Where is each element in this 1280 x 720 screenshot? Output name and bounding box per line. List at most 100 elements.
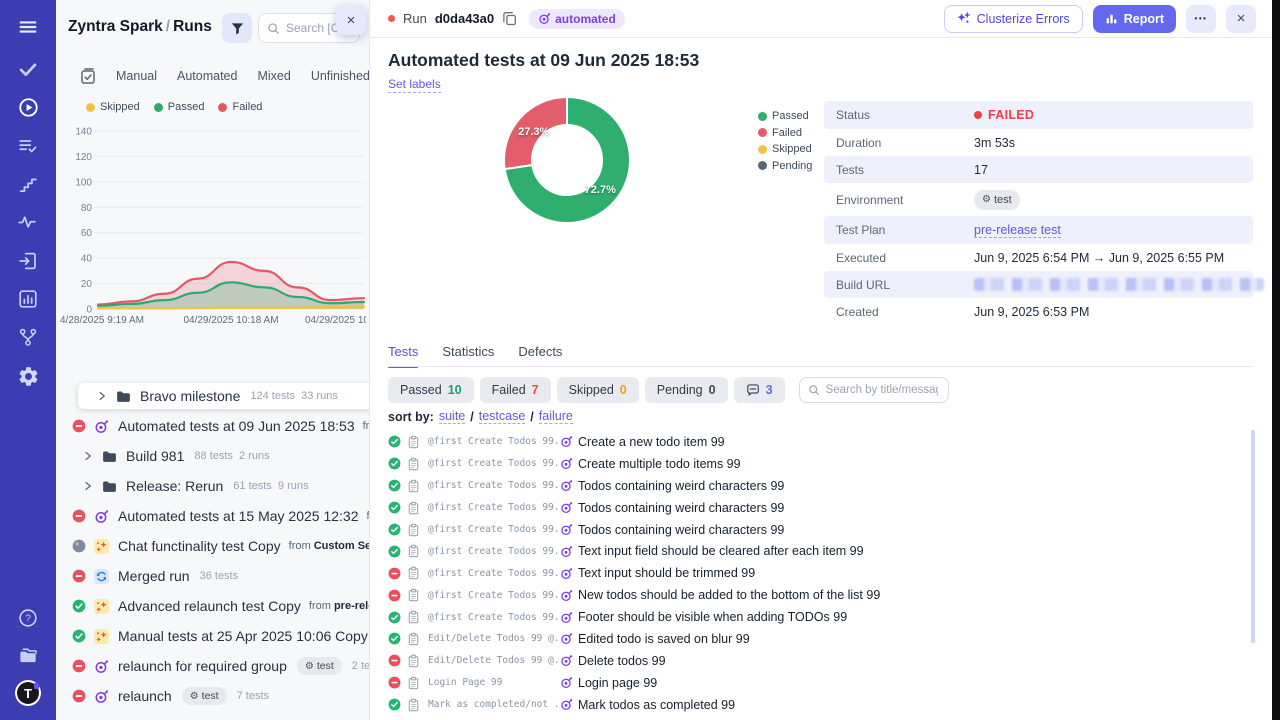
test-plan-link[interactable]: pre-release test: [974, 223, 1061, 238]
copy-run-id-icon[interactable]: [502, 11, 517, 26]
runs-type-tab[interactable]: Automated: [177, 69, 237, 83]
automated-badge-label: automated: [555, 12, 616, 26]
test-row[interactable]: @first Create Todos 99... New todos shou…: [370, 584, 1254, 606]
menu-button[interactable]: [16, 15, 40, 39]
detail-text: 17: [974, 163, 988, 177]
automated-icon: [560, 523, 573, 536]
test-row[interactable]: @first Create Todos 99... Todos containi…: [370, 475, 1254, 497]
test-row[interactable]: @first Create Todos 99... Create a new t…: [370, 431, 1254, 453]
test-suite: @first Create Todos 99...: [428, 458, 560, 469]
detail-row: Build URL: [824, 271, 1253, 298]
set-labels-link[interactable]: Set labels: [388, 77, 441, 93]
run-list-item[interactable]: Automated tests at 15 May 2025 12:32 fro…: [56, 501, 369, 531]
projects-button[interactable]: [16, 643, 40, 667]
sidebar-item-branches[interactable]: [16, 325, 40, 349]
tab[interactable]: Tests: [388, 344, 418, 365]
run-list-item[interactable]: Bravo milestone 124 tests 33 runs: [78, 383, 370, 409]
breadcrumb-separator: /: [163, 18, 173, 35]
help-button[interactable]: ?: [16, 606, 40, 630]
sidebar-item-tests[interactable]: [16, 57, 40, 81]
sort-link[interactable]: testcase: [479, 409, 526, 424]
filter-button[interactable]: [222, 13, 252, 43]
chevron-right-icon[interactable]: [96, 390, 108, 402]
close-icon: ×: [347, 12, 356, 29]
close-icon: ×: [1237, 10, 1246, 27]
test-row[interactable]: Mark as completed/not ... Mark todos as …: [370, 694, 1254, 716]
clusterize-errors-button[interactable]: Clusterize Errors: [944, 5, 1083, 33]
test-row[interactable]: @first Create Todos 99... Footer should …: [370, 606, 1254, 628]
tab[interactable]: Statistics: [442, 344, 494, 365]
filter-pill[interactable]: Passed 10: [388, 377, 474, 403]
run-list-item[interactable]: relaunch for required group ⚙test 2 test…: [56, 651, 369, 681]
test-suite: @first Create Todos 99...: [428, 436, 560, 447]
test-row[interactable]: Edit/Delete Todos 99 @... Edited todo is…: [370, 628, 1254, 650]
run-list-item[interactable]: Manual tests at 25 Apr 2025 10:06 Copy f…: [56, 621, 369, 651]
report-button[interactable]: Report: [1093, 5, 1176, 33]
run-list-item[interactable]: Chat functinality test Copy from Custom …: [56, 531, 369, 561]
test-row[interactable]: @first Create Todos 99... Create multipl…: [370, 453, 1254, 475]
panel-close-button[interactable]: ×: [336, 5, 366, 35]
test-row[interactable]: Login Page 99 Login page 99: [370, 672, 1254, 694]
runs-type-tab[interactable]: Mixed: [257, 69, 290, 83]
test-row[interactable]: @first Create Todos 99... Todos containi…: [370, 497, 1254, 519]
test-title: Delete todos 99: [578, 654, 666, 668]
sidebar-item-reports[interactable]: [16, 287, 40, 311]
sidebar-item-runs[interactable]: [16, 95, 40, 119]
run-list-item[interactable]: relaunch ⚙test 7 tests: [56, 681, 369, 711]
sidebar-item-settings[interactable]: [16, 364, 40, 388]
runs-type-tab[interactable]: Unfinished: [311, 69, 370, 83]
filter-pill[interactable]: 3: [734, 377, 785, 403]
run-list-item[interactable]: Automated tests at 09 Jun 2025 18:53 fro…: [56, 411, 369, 441]
legend-dot: [758, 145, 767, 154]
sidebar-item-import[interactable]: [16, 249, 40, 273]
sidebar-item-milestones[interactable]: [16, 172, 40, 196]
sort-link[interactable]: failure: [539, 409, 573, 424]
filter-pill[interactable]: Pending 0: [645, 377, 728, 403]
logo-icon: T: [15, 680, 41, 706]
tests-scrollbar-thumb[interactable]: [1251, 430, 1255, 643]
test-title: Todos containing weird characters 99: [578, 523, 784, 537]
test-status-icon: [388, 676, 401, 689]
run-list-item[interactable]: Release: Rerun 61 tests 9 runs: [56, 471, 369, 501]
tests-search[interactable]: [799, 377, 949, 403]
window-scrollbar-track[interactable]: [1272, 0, 1280, 720]
svg-text:4/28/2025 9:19 AM: 4/28/2025 9:19 AM: [60, 315, 144, 326]
sort-row: sort by: suite/testcase/failure: [388, 409, 573, 424]
account-logo[interactable]: T: [15, 680, 41, 706]
test-title: Mark todos as completed 99: [578, 698, 735, 712]
legend-dot: [154, 103, 163, 112]
branch-icon: [17, 326, 39, 348]
run-type-icon: [102, 479, 117, 494]
close-run-button[interactable]: ×: [1226, 5, 1256, 33]
tab[interactable]: Defects: [518, 344, 562, 365]
detail-label: Executed: [836, 251, 974, 265]
run-meta: 36 tests: [200, 570, 239, 582]
detail-row: Tests 17: [824, 156, 1253, 183]
select-runs-icon[interactable]: [80, 68, 96, 84]
chevron-right-icon[interactable]: [82, 450, 94, 462]
run-from: from Custom Selection: [289, 540, 369, 552]
project-name[interactable]: Zyntra Spark: [68, 18, 163, 35]
test-row[interactable]: @first Create Todos 99... Text input fie…: [370, 540, 1254, 562]
test-suite: @first Create Todos 99...: [428, 612, 560, 623]
sort-link[interactable]: suite: [439, 409, 465, 424]
test-row[interactable]: Edit/Delete Todos 99 @... Delete todos 9…: [370, 650, 1254, 672]
filter-label: Passed: [400, 383, 442, 397]
sidebar-item-analytics[interactable]: [16, 210, 40, 234]
test-suite: @first Create Todos 99...: [428, 524, 560, 535]
tests-search-input[interactable]: [826, 384, 938, 396]
run-list-item[interactable]: Build 981 88 tests 2 runs: [56, 441, 369, 471]
run-name: Automated tests at 15 May 2025 12:32: [118, 508, 359, 524]
run-list-item[interactable]: Advanced relaunch test Copy from pre-rel…: [56, 591, 369, 621]
sidebar-item-plans[interactable]: [16, 134, 40, 158]
runs-type-tab[interactable]: Manual: [116, 69, 157, 83]
legend-dot: [86, 103, 95, 112]
automated-badge[interactable]: automated: [529, 9, 625, 29]
test-row[interactable]: @first Create Todos 99... Todos containi…: [370, 519, 1254, 541]
test-row[interactable]: @first Create Todos 99... Text input sho…: [370, 562, 1254, 584]
more-actions-button[interactable]: •••: [1186, 5, 1216, 33]
chevron-right-icon[interactable]: [82, 480, 94, 492]
filter-pill[interactable]: Failed 7: [480, 377, 551, 403]
run-list-item[interactable]: Merged run 36 tests: [56, 561, 369, 591]
filter-pill[interactable]: Skipped 0: [557, 377, 639, 403]
